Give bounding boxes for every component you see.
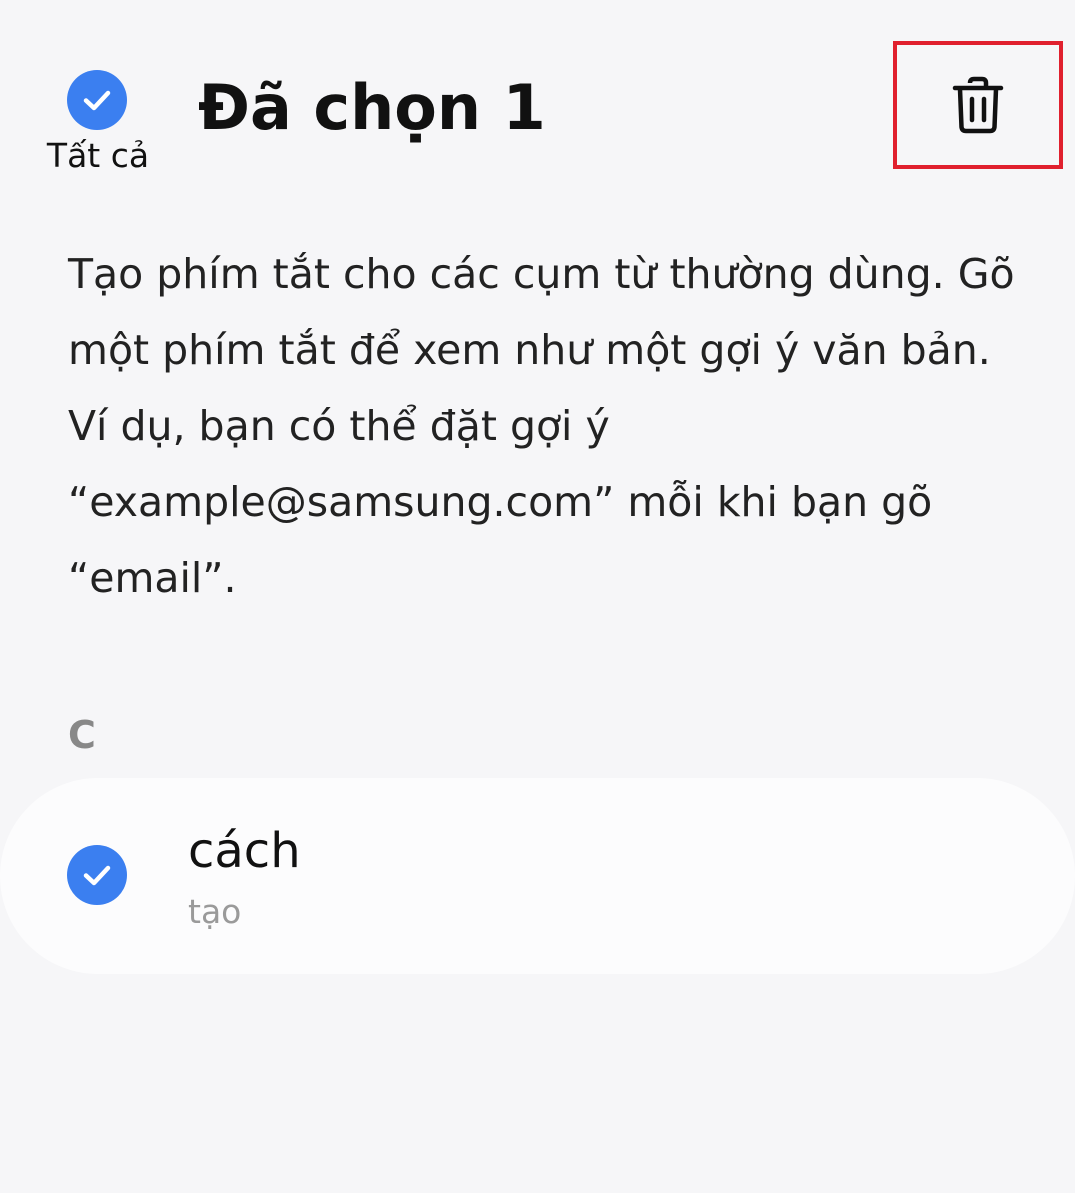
checkmark-icon	[83, 865, 111, 886]
shortcut-list: cách tạo	[0, 778, 1075, 974]
select-all-label: Tất cả	[46, 136, 150, 175]
select-all-toggle[interactable]: Tất cả	[40, 70, 156, 180]
select-all-checkbox[interactable]	[67, 70, 127, 130]
item-phrase: tạo	[188, 892, 242, 931]
delete-button[interactable]	[893, 41, 1063, 169]
action-bar: Tất cả Đã chọn 1	[0, 0, 1075, 200]
item-shortcut: cách	[188, 823, 301, 879]
trash-icon	[952, 76, 1004, 134]
section-index-label: C	[68, 713, 96, 757]
checkmark-icon	[83, 90, 111, 111]
list-item[interactable]: cách tạo	[0, 778, 1075, 974]
page-title: Đã chọn 1	[198, 71, 546, 144]
description-text: Tạo phím tắt cho các cụm từ thường dùng.…	[68, 250, 1015, 602]
item-checkbox[interactable]	[67, 845, 127, 905]
